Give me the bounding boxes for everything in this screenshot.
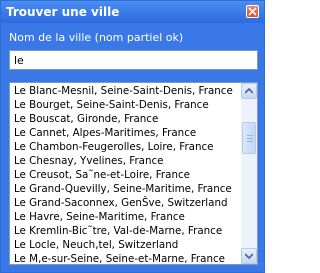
list-item[interactable]: Le Havre, Seine-Maritime, France xyxy=(14,210,240,224)
list-item[interactable]: Le Chambon-Feugerolles, Loire, France xyxy=(14,140,240,154)
list-item[interactable]: Le Grand-Saconnex, GenŠve, Switzerland xyxy=(14,196,240,210)
scroll-down-button[interactable] xyxy=(241,248,257,264)
city-name-label: Nom de la ville (nom partiel ok) xyxy=(9,31,184,44)
dialog-window: Trouver une ville Nom de la ville (nom p… xyxy=(0,0,265,273)
thumb-grip xyxy=(247,141,253,142)
chevron-up-icon xyxy=(245,88,253,94)
scroll-thumb[interactable] xyxy=(242,122,256,154)
city-search-input[interactable] xyxy=(9,50,258,70)
list-item[interactable]: Le Bouscat, Gironde, France xyxy=(14,112,240,126)
scroll-track[interactable] xyxy=(241,99,257,248)
results-listbox[interactable]: Le Blanc-Mesnil, Seine-Saint-Denis, Fran… xyxy=(9,82,258,265)
list-item[interactable]: Le Creusot, Sa˜ne-et-Loire, France xyxy=(14,168,240,182)
scroll-up-button[interactable] xyxy=(241,83,257,99)
thumb-grip xyxy=(247,135,253,136)
list-item[interactable]: Le Chesnay, Yvelines, France xyxy=(14,154,240,168)
thumb-grip xyxy=(247,138,253,139)
list-item[interactable]: Le Grand-Quevilly, Seine-Maritime, Franc… xyxy=(14,182,240,196)
list-item[interactable]: Le Bourget, Seine-Saint-Denis, France xyxy=(14,98,240,112)
window-title: Trouver une ville xyxy=(6,5,120,19)
vertical-scrollbar[interactable] xyxy=(241,83,257,264)
close-button[interactable] xyxy=(246,5,259,18)
chevron-down-icon xyxy=(245,253,253,259)
list-item[interactable]: Le Blanc-Mesnil, Seine-Saint-Denis, Fran… xyxy=(14,84,240,98)
results-list: Le Blanc-Mesnil, Seine-Saint-Denis, Fran… xyxy=(14,84,240,264)
list-item[interactable]: Le M‚e-sur-Seine, Seine-et-Marne, France xyxy=(14,252,240,264)
list-item[interactable]: Le Kremlin-Bic˜tre, Val-de-Marne, France xyxy=(14,224,240,238)
list-item[interactable]: Le Locle, Neuch‚tel, Switzerland xyxy=(14,238,240,252)
list-item[interactable]: Le Cannet, Alpes-Maritimes, France xyxy=(14,126,240,140)
close-icon xyxy=(248,7,257,16)
title-bar[interactable]: Trouver une ville xyxy=(1,1,264,23)
